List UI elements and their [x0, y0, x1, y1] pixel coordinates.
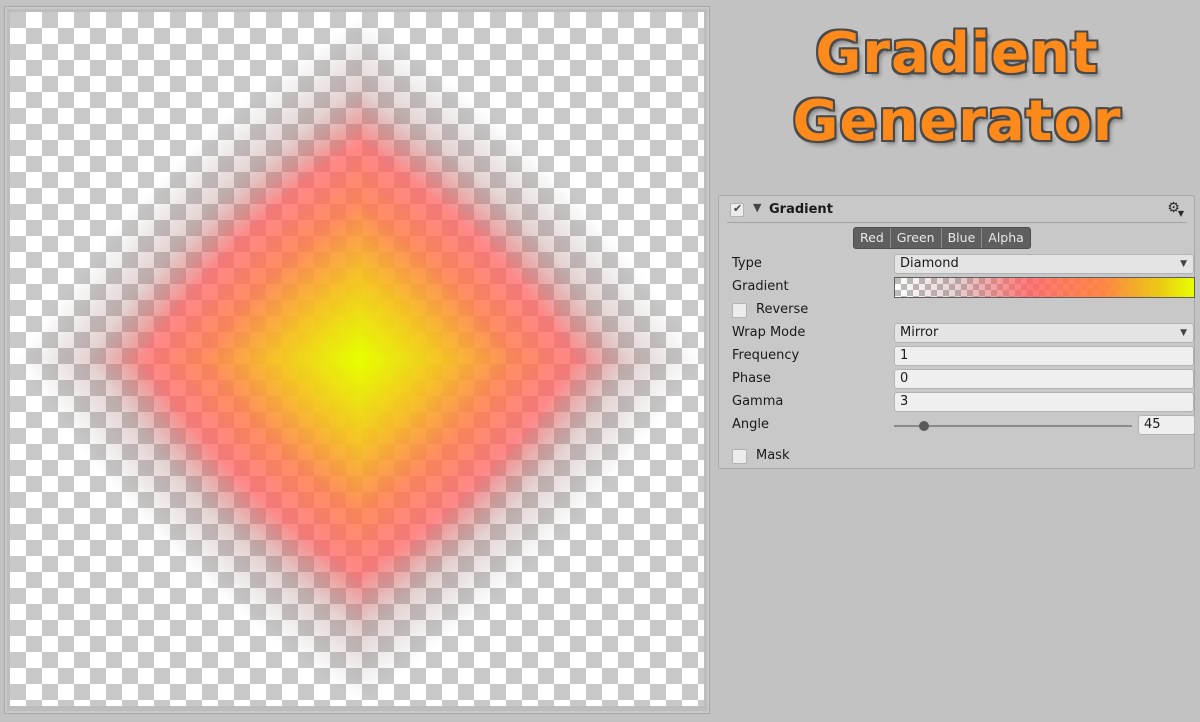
channel-green-button[interactable]: Green: [891, 228, 942, 248]
gradient-canvas: [10, 12, 704, 706]
dropdown-arrow-icon: ▼: [1180, 259, 1187, 269]
phase-label: Phase: [732, 371, 771, 386]
gradient-swatch: [895, 278, 1194, 297]
type-label: Type: [732, 256, 762, 271]
angle-slider[interactable]: [894, 421, 1132, 431]
type-dropdown[interactable]: Diamond ▼: [894, 254, 1194, 274]
channel-red-button[interactable]: Red: [854, 228, 891, 248]
gradient-label: Gradient: [732, 279, 789, 294]
frequency-input[interactable]: 1: [894, 346, 1194, 366]
wrap-mode-dropdown[interactable]: Mirror ▼: [894, 323, 1194, 343]
gradient-preview: [10, 12, 704, 706]
gear-icon[interactable]: ⚙▼: [1167, 200, 1186, 218]
foldout-arrow-icon[interactable]: ▼: [753, 201, 761, 214]
wrap-mode-label: Wrap Mode: [732, 325, 806, 340]
gradient-field[interactable]: [894, 277, 1195, 298]
dropdown-arrow-icon: ▼: [1180, 328, 1187, 338]
gamma-label: Gamma: [732, 394, 784, 409]
checkmark-icon: ✔: [733, 202, 743, 215]
angle-label: Angle: [732, 417, 769, 432]
reverse-label: Reverse: [756, 302, 809, 317]
angle-row: Angle 45: [732, 415, 1200, 435]
phase-input[interactable]: 0: [894, 369, 1194, 389]
angle-slider-thumb[interactable]: [918, 421, 929, 431]
channel-blue-button[interactable]: Blue: [942, 228, 983, 248]
type-value: Diamond: [900, 256, 959, 271]
reverse-checkbox[interactable]: [732, 303, 747, 318]
app-logo: Gradient Generator: [720, 20, 1194, 156]
mask-label: Mask: [756, 448, 790, 463]
panel-header: ✔ ▼ Gradient ⚙▼: [727, 200, 1186, 223]
logo-line-2: Generator: [792, 89, 1122, 154]
frequency-label: Frequency: [732, 348, 800, 363]
gamma-input[interactable]: 3: [894, 392, 1194, 412]
channel-toggle-group: Red Green Blue Alpha: [853, 227, 1031, 249]
gradient-panel: ✔ ▼ Gradient ⚙▼ Red Green Blue Alpha Typ…: [718, 195, 1195, 469]
logo-line-1: Gradient: [815, 21, 1099, 86]
channel-alpha-button[interactable]: Alpha: [982, 228, 1030, 248]
angle-input[interactable]: 45: [1138, 415, 1195, 435]
panel-title: Gradient: [769, 202, 833, 217]
wrap-mode-value: Mirror: [900, 325, 939, 340]
mask-checkbox[interactable]: [732, 449, 747, 464]
enable-checkbox[interactable]: ✔: [730, 202, 744, 217]
